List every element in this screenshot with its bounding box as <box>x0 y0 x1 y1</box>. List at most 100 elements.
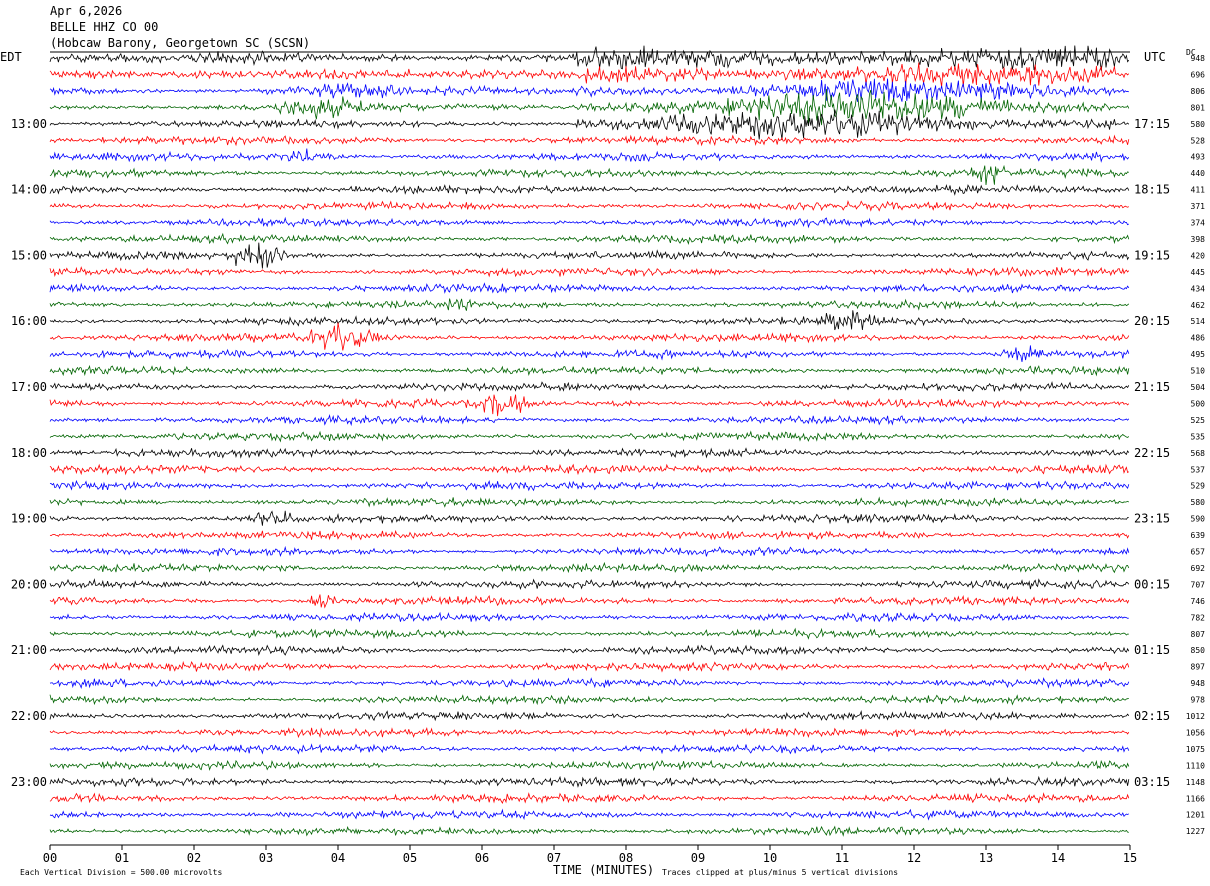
trace-row-28 <box>49 510 1129 526</box>
trace-row-18 <box>49 345 1130 362</box>
dc-offset-label: 850 <box>1191 646 1206 655</box>
trace-row-4 <box>49 109 1130 140</box>
dc-offset-label: 1012 <box>1186 712 1205 721</box>
dc-offset-label: 462 <box>1191 301 1206 310</box>
left-hour-label: 21:00 <box>11 643 47 657</box>
x-tick-label: 02 <box>187 851 201 865</box>
dc-offset-label: 707 <box>1191 580 1206 589</box>
dc-offset-label: 525 <box>1191 416 1206 425</box>
dc-offset-label: 411 <box>1191 186 1206 195</box>
dc-offset-label: 782 <box>1191 613 1206 622</box>
dc-offset-label: 535 <box>1191 432 1206 441</box>
dc-offset-label: 445 <box>1191 268 1206 277</box>
trace-row-47 <box>49 825 1129 837</box>
right-hour-label: 02:15 <box>1134 709 1170 723</box>
trace-row-33 <box>49 594 1130 609</box>
right-hour-label: 20:15 <box>1134 314 1170 328</box>
header-station: BELLE HHZ CO 00 <box>50 20 158 34</box>
dc-offset-label: 1148 <box>1186 778 1205 787</box>
right-hour-label: 19:15 <box>1134 248 1170 262</box>
dc-offset-label: 639 <box>1191 531 1206 540</box>
trace-row-19 <box>49 364 1130 377</box>
right-hour-label: 18:15 <box>1134 183 1170 197</box>
dc-offset-label: 590 <box>1191 515 1206 524</box>
dc-offset-label: 493 <box>1191 153 1206 162</box>
trace-row-23 <box>49 430 1130 443</box>
x-tick-label: 13 <box>979 851 993 865</box>
trace-row-24 <box>49 447 1130 459</box>
dc-offset-label: 514 <box>1191 317 1206 326</box>
x-tick-label: 14 <box>1051 851 1065 865</box>
trace-row-36 <box>49 644 1130 657</box>
dc-offset-labels: 948 696 806 801 580 528 493 440 411 371 374 398 420 4… <box>1186 54 1205 836</box>
trace-row-15 <box>49 298 1130 311</box>
trace-row-25 <box>49 463 1130 476</box>
dc-offset-label: 1166 <box>1186 794 1205 803</box>
right-hour-label: 17:15 <box>1134 117 1170 131</box>
trace-row-46 <box>49 808 1130 821</box>
header-date: Apr 6,2026 <box>50 4 122 18</box>
x-axis-title: TIME (MINUTES) <box>553 863 654 877</box>
dc-offset-label: 692 <box>1191 564 1206 573</box>
dc-offset-label: 495 <box>1191 350 1206 359</box>
x-tick-label: 11 <box>835 851 849 865</box>
trace-row-38 <box>49 677 1130 689</box>
dc-offset-label: 1201 <box>1186 811 1205 820</box>
header-location: (Hobcaw Barony, Georgetown SC (SCSN) <box>50 36 310 50</box>
dc-offset-label: 806 <box>1191 87 1206 96</box>
trace-row-26 <box>49 479 1130 492</box>
trace-row-45 <box>49 792 1130 805</box>
left-hour-label: 19:00 <box>11 512 47 526</box>
right-hour-label: 23:15 <box>1134 512 1170 526</box>
trace-group <box>49 45 1130 837</box>
left-hour-label: 14:00 <box>11 183 47 197</box>
right-hour-label: 01:15 <box>1134 643 1170 657</box>
trace-row-22 <box>49 414 1130 427</box>
right-hour-label: 00:15 <box>1134 577 1170 591</box>
trace-row-41 <box>49 726 1130 739</box>
dc-offset-label: 568 <box>1191 449 1206 458</box>
clip-note: Traces clipped at plus/minus 5 vertical … <box>662 868 898 877</box>
x-tick-label: 09 <box>691 851 705 865</box>
dc-offset-label: 948 <box>1191 679 1206 688</box>
trace-row-39 <box>49 694 1129 706</box>
helicorder-chart: Apr 6,2026 BELLE HHZ CO 00 (Hobcaw Baron… <box>0 4 1205 877</box>
dc-offset-label: 504 <box>1191 383 1206 392</box>
x-tick-label: 06 <box>475 851 489 865</box>
right-timezone-label: UTC <box>1144 50 1166 64</box>
trace-row-21 <box>49 394 1130 417</box>
dc-offset-label: 440 <box>1191 169 1206 178</box>
dc-offset-label: 807 <box>1191 630 1206 639</box>
x-tick-label: 01 <box>115 851 129 865</box>
dc-offset-label: 580 <box>1191 120 1206 129</box>
dc-offset-label: 486 <box>1191 334 1206 343</box>
trace-row-42 <box>49 743 1130 755</box>
dc-offset-label: 374 <box>1191 219 1206 228</box>
trace-row-32 <box>49 578 1130 591</box>
trace-row-31 <box>49 561 1130 574</box>
trace-row-5 <box>49 134 1130 147</box>
left-hour-labels: 13:00 14:00 15:00 16:00 17:00 18:00 19:00 20:00… <box>11 117 47 789</box>
left-hour-label: 18:00 <box>11 446 47 460</box>
dc-offset-label: 696 <box>1191 70 1206 79</box>
dc-offset-label: 657 <box>1191 548 1206 557</box>
trace-row-34 <box>49 611 1129 623</box>
left-hour-label: 23:00 <box>11 775 47 789</box>
dc-offset-label: 580 <box>1191 498 1206 507</box>
dc-offset-label: 1075 <box>1186 745 1205 754</box>
dc-offset-label: 801 <box>1191 103 1206 112</box>
x-tick-label: 10 <box>763 851 777 865</box>
dc-offset-label: 1227 <box>1186 827 1205 836</box>
trace-row-13 <box>49 266 1130 278</box>
right-hour-labels: 17:15 18:15 19:15 20:15 21:15 22:15 23:15 00:15… <box>1134 117 1170 789</box>
trace-row-11 <box>49 232 1130 246</box>
trace-row-14 <box>49 282 1130 294</box>
trace-row-2 <box>49 78 1129 102</box>
trace-row-35 <box>49 627 1129 640</box>
left-hour-label: 22:00 <box>11 709 47 723</box>
left-hour-label: 15:00 <box>11 248 47 262</box>
dc-offset-label: 529 <box>1191 482 1206 491</box>
scale-note: Each Vertical Division = 500.00 microvol… <box>20 868 222 877</box>
left-hour-label: 20:00 <box>11 577 47 591</box>
dc-offset-label: 978 <box>1191 696 1206 705</box>
